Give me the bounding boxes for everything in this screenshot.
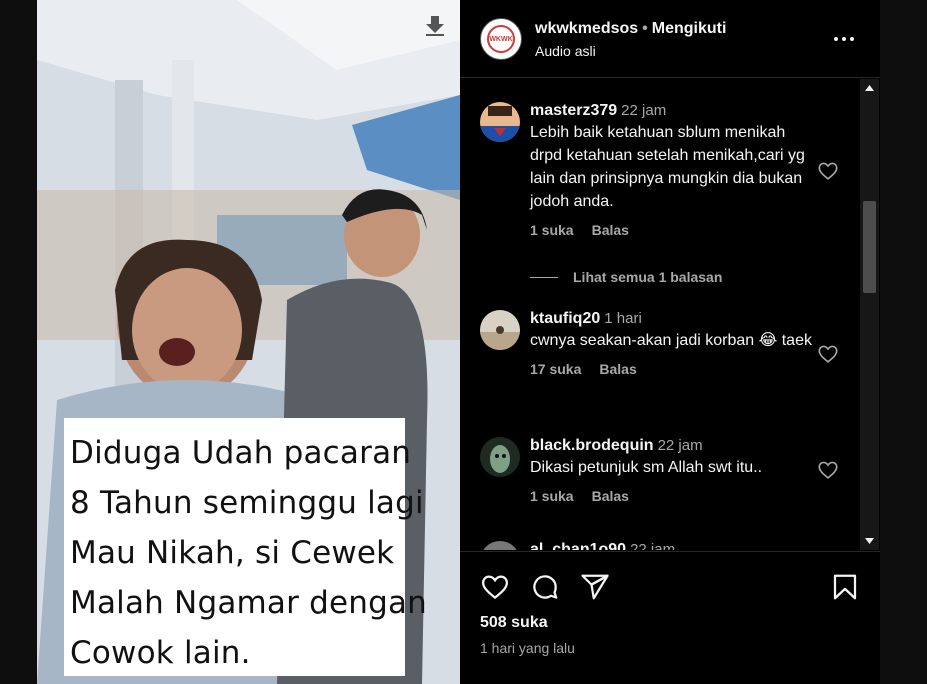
comment-likes[interactable]: 1 suka (530, 222, 574, 238)
comment-body: black.brodequin 22 jam Dikasi petunjuk sm… (530, 437, 820, 504)
comment-icon[interactable] (530, 572, 560, 602)
reply-button[interactable]: Balas (592, 488, 629, 504)
more-horizontal-icon[interactable] (832, 30, 856, 48)
comment-time[interactable]: 22 jam (658, 437, 703, 454)
comment-text: Dikasi petunjuk sm Allah swt itu.. (530, 459, 763, 476)
follow-separator: • (642, 20, 648, 37)
view-replies-button[interactable]: Lihat semua 1 balasan (530, 269, 722, 285)
backdrop-right (880, 0, 927, 684)
heart-icon[interactable] (817, 459, 839, 481)
caption-line: Diduga Udah pacaran (70, 435, 412, 471)
reply-button[interactable]: Balas (592, 222, 629, 238)
comment-username[interactable]: masterz379 (530, 102, 617, 119)
comment-body: ktaufiq20 1 hari cwnya seakan-akan jadi k… (530, 310, 820, 377)
commenter-avatar[interactable] (480, 102, 520, 142)
author-username[interactable]: wkwkmedsos (535, 20, 638, 37)
comment-time[interactable]: 22 jam (621, 102, 666, 119)
comment-time[interactable]: 22 jam (630, 541, 675, 550)
comments-list[interactable]: masterz379 22 jam Lebih baik ketahuan sbl… (460, 79, 860, 550)
scrollbar-thumb[interactable] (863, 201, 876, 293)
view-replies-label: Lihat semua 1 balasan (573, 269, 723, 285)
download-arrow-icon[interactable] (422, 12, 448, 38)
caption-line: Cowok lain. (70, 635, 251, 671)
comment-text: cwnya seakan-akan jadi korban 😂 taek (530, 332, 812, 349)
post-detail-panel: WKWK wkwkmedsos • Mengikuti Audio asli mas… (460, 0, 880, 684)
backdrop-left (0, 0, 37, 684)
like-count[interactable]: 508 suka (480, 614, 548, 632)
commenter-avatar[interactable] (480, 541, 520, 550)
heart-icon[interactable] (480, 572, 510, 602)
video-caption-overlay: Diduga Udah pacaran 8 Tahun seminggu lag… (64, 418, 428, 676)
avatar[interactable]: WKWK (480, 18, 522, 60)
avatar-logo: WKWK (487, 25, 515, 53)
caption-line: Mau Nikah, si Cewek (70, 535, 395, 571)
commenter-avatar[interactable] (480, 310, 520, 350)
heart-icon[interactable] (817, 160, 839, 182)
following-button[interactable]: Mengikuti (652, 20, 727, 37)
comment-username[interactable]: al_chan1o90 (530, 541, 626, 550)
caption-line: 8 Tahun seminggu lagi (70, 485, 424, 521)
scroll-up-arrow-icon[interactable] (863, 82, 876, 95)
share-icon[interactable] (580, 572, 610, 602)
comment-likes[interactable]: 1 suka (530, 488, 574, 504)
scroll-down-arrow-icon[interactable] (863, 534, 876, 547)
comment-time[interactable]: 1 hari (604, 310, 642, 327)
post-date[interactable]: 1 hari yang lalu (480, 640, 575, 656)
comment-username[interactable]: black.brodequin (530, 437, 654, 454)
audio-label[interactable]: Audio asli (535, 43, 596, 59)
avatar-logo-text: WKWK (489, 35, 513, 43)
view-replies-line (530, 276, 558, 278)
caption-line: Malah Ngamar dengan (70, 585, 428, 621)
comment-text: Lebih baik ketahuan sblum menikah drpd k… (530, 124, 805, 210)
commenter-avatar[interactable] (480, 437, 520, 477)
post-actions: 508 suka 1 hari yang lalu (460, 551, 880, 684)
comment-likes[interactable]: 17 suka (530, 361, 581, 377)
comment-meta: 1 suka Balas (530, 488, 820, 504)
comment-username[interactable]: ktaufiq20 (530, 310, 600, 327)
comment-meta: 1 suka Balas (530, 222, 820, 238)
comment-meta: 17 suka Balas (530, 361, 820, 377)
bookmark-icon[interactable] (830, 572, 860, 602)
comments-scrollbar[interactable] (860, 79, 879, 550)
post-header: WKWK wkwkmedsos • Mengikuti Audio asli (460, 0, 880, 78)
comment-body: masterz379 22 jam Lebih baik ketahuan sbl… (530, 102, 820, 238)
header-user-line: wkwkmedsos • Mengikuti (535, 20, 726, 38)
post-media-video[interactable]: Diduga Udah pacaran 8 Tahun seminggu lag… (37, 0, 460, 684)
reply-button[interactable]: Balas (599, 361, 636, 377)
comment-body: al_chan1o90 22 jam (530, 541, 820, 550)
heart-icon[interactable] (817, 343, 839, 365)
